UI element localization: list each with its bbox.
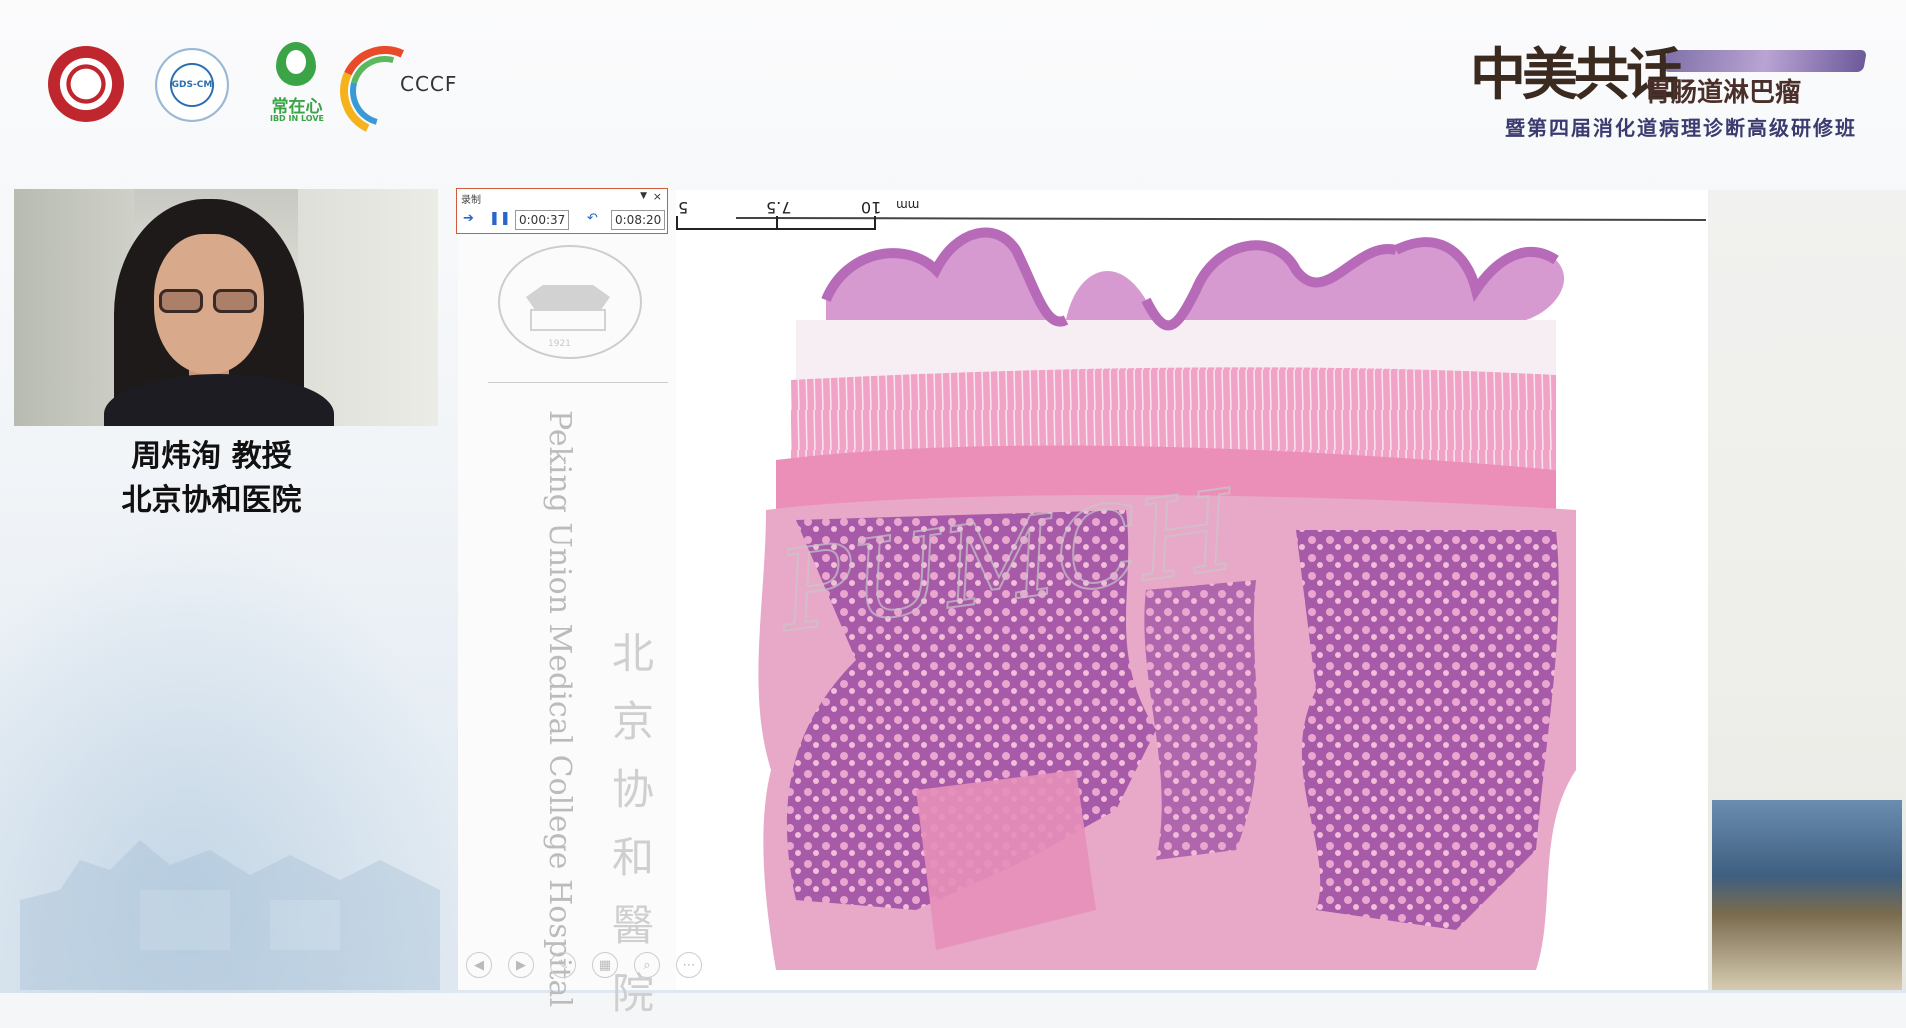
previous-slide-icon[interactable]: ◀ xyxy=(466,952,492,978)
glasses xyxy=(159,289,259,315)
cccf-logo: CCCF xyxy=(327,33,480,149)
chevron-down-icon[interactable]: ▼ xyxy=(640,191,647,201)
slides-icon[interactable]: ▦ xyxy=(592,952,618,978)
event-title-sub: 暨第四届消化道病理诊断高级研修班 xyxy=(1505,116,1857,140)
slide-english-title: Peking Union Medical College Hospital xyxy=(542,410,577,1008)
screen-recorder-widget[interactable]: 录制 ▼ × ➔ ❚❚ 0:00:37 ↶ 0:08:20 xyxy=(456,188,668,234)
presentation-slide: 1921 Peking Union Medical College Hospit… xyxy=(456,188,1710,1018)
zoom-icon[interactable]: ⌕ xyxy=(634,952,660,978)
divider xyxy=(488,382,668,383)
hospital-building-photo xyxy=(1712,800,1902,990)
event-title-main: 胃肠道淋巴瘤 xyxy=(1645,78,1802,108)
background-campus-illustration xyxy=(20,840,440,990)
speaker-affiliation: 北京协和医院 xyxy=(121,483,302,518)
speaker-webcam-video xyxy=(14,189,438,426)
recorder-current-time: 0:00:37 xyxy=(515,210,570,230)
event-title-block: 中美共话 胃肠道淋巴瘤 暨第四届消化道病理诊断高级研修班 xyxy=(1460,20,1890,150)
pumc-gate-logo: 1921 xyxy=(498,245,642,359)
undo-icon[interactable]: ↶ xyxy=(587,211,598,226)
gds-cm-logo: GDS-CM xyxy=(155,48,229,122)
next-slide-icon[interactable]: ▶ xyxy=(508,952,534,978)
speaker-caption: 周炜洵 教授 北京协和医院 xyxy=(14,435,409,523)
recorder-label: 录制 xyxy=(461,195,481,206)
pen-icon[interactable]: ✎ xyxy=(550,952,576,978)
recorder-total-time: 0:08:20 xyxy=(611,210,666,230)
slideshow-toolbar: ◀ ▶ ✎ ▦ ⌕ ⋯ xyxy=(466,952,702,980)
speaker-name: 周炜洵 教授 xyxy=(131,439,292,474)
pause-icon[interactable]: ❚❚ xyxy=(489,211,511,226)
title-banner-decoration xyxy=(1663,50,1867,72)
hospital-emblem-logo xyxy=(48,46,124,122)
slide-left-panel: 1921 Peking Union Medical College Hospit… xyxy=(458,190,702,1018)
arrow-right-icon[interactable]: ➔ xyxy=(463,211,474,226)
close-icon[interactable]: × xyxy=(653,190,662,203)
ibd-in-love-logo: 常在心 IBD IN LOVE xyxy=(262,40,326,130)
heart-icon xyxy=(276,42,316,86)
